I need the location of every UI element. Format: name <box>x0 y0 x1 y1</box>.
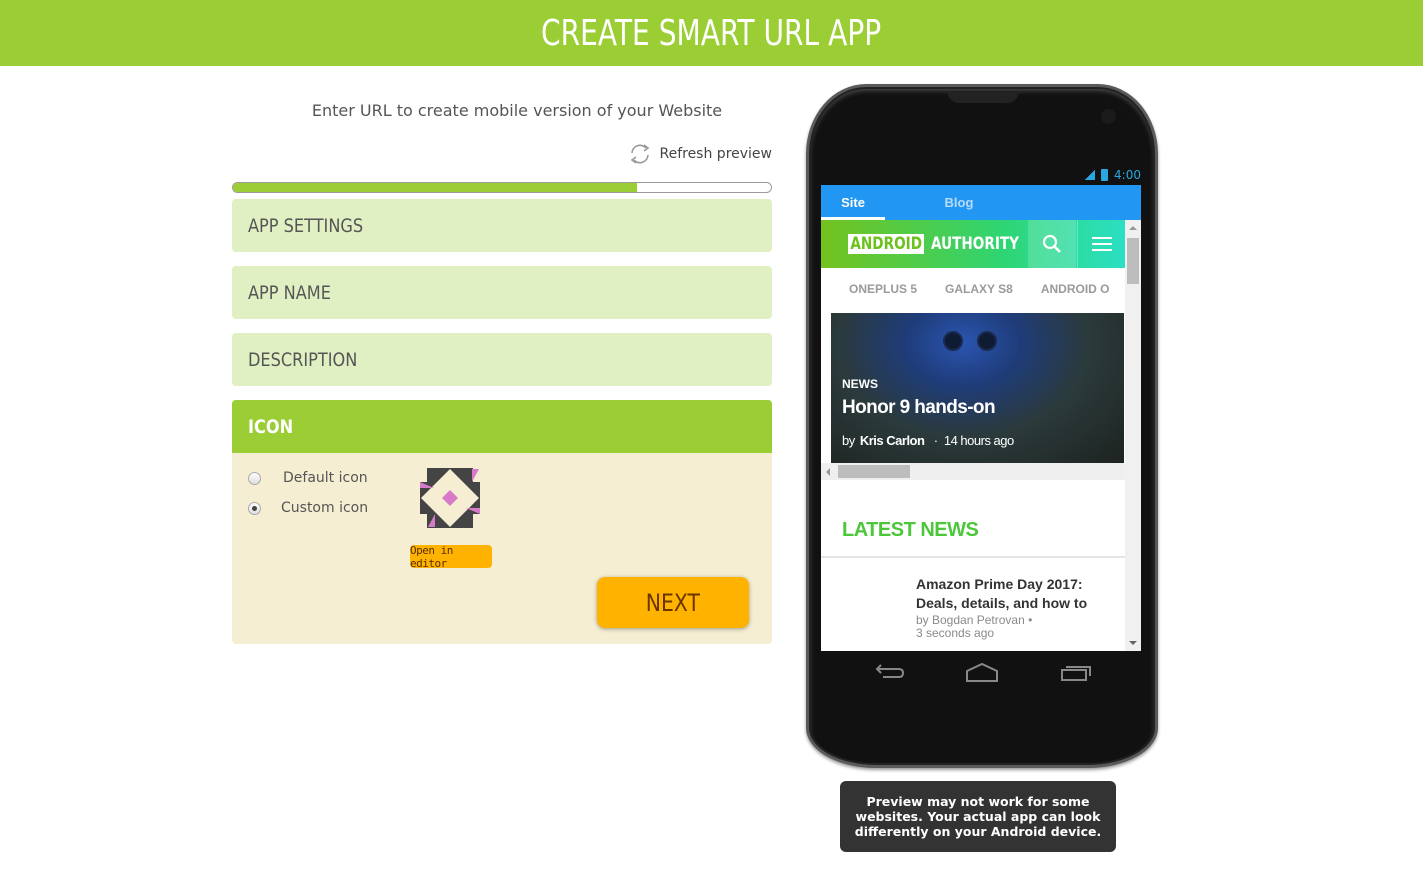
horizontal-scrollbar[interactable] <box>821 463 1125 480</box>
hero-title: Honor 9 hands-on <box>842 397 996 418</box>
scrollbar-thumb[interactable] <box>1127 238 1139 284</box>
hero-by: by <box>842 433 855 448</box>
preview-disclaimer: Preview may not work for some websites. … <box>840 781 1116 852</box>
front-camera <box>1101 109 1116 124</box>
hero-article[interactable]: NEWS Honor 9 hands-on by Kris Carlon · 1… <box>831 313 1124 463</box>
phone-speaker <box>947 91 1019 103</box>
refresh-icon <box>631 144 650 164</box>
section-app-settings[interactable]: APP SETTINGS <box>232 199 772 252</box>
search-icon <box>1042 234 1061 253</box>
tab-site[interactable]: Site <box>821 185 885 220</box>
section-description[interactable]: DESCRIPTION <box>232 333 772 386</box>
custom-app-icon-preview <box>420 468 480 528</box>
section-label: APP NAME <box>248 281 331 304</box>
scrollbar-thumb[interactable] <box>838 465 910 478</box>
trending-link[interactable]: ONEPLUS 5 <box>849 282 917 296</box>
page-header: CREATE SMART URL APP <box>0 0 1423 66</box>
form-subtitle: Enter URL to create mobile version of yo… <box>311 101 723 120</box>
status-time: 4:00 <box>1114 168 1141 182</box>
recent-apps-icon[interactable] <box>1058 661 1094 685</box>
section-label: ICON <box>248 415 294 438</box>
progress-bar <box>232 182 772 193</box>
open-in-editor-button[interactable]: Open in editor <box>410 544 492 570</box>
icon-section: ICON Default icon Custom icon Open in ed… <box>232 400 772 644</box>
hero-time: 14 hours ago <box>943 433 1014 448</box>
icon-section-header[interactable]: ICON <box>232 400 772 453</box>
tab-blog[interactable]: Blog <box>885 185 1033 220</box>
progress-fill <box>233 183 637 192</box>
scroll-left-icon[interactable] <box>826 468 830 476</box>
refresh-preview-button[interactable]: Refresh preview <box>627 141 772 167</box>
trending-bar: ONEPLUS 5 GALAXY S8 ANDROID O <box>821 268 1125 310</box>
trending-link[interactable]: ANDROID O <box>1041 282 1110 296</box>
phone-screen: Site Blog ANDROID AUTHORITY ONEPLUS 5 GA… <box>821 185 1141 651</box>
list-item[interactable]: Amazon Prime Day 2017: Deals, details, a… <box>916 575 1121 639</box>
signal-icon <box>1085 170 1096 180</box>
hamburger-menu-icon <box>1091 237 1112 251</box>
divider <box>821 556 1125 558</box>
vertical-scrollbar[interactable] <box>1125 220 1141 651</box>
section-label: APP SETTINGS <box>248 214 364 237</box>
app-tab-bar: Site Blog <box>821 185 1141 220</box>
next-button[interactable]: NEXT <box>597 577 749 628</box>
news-byline: by Bogdan Petrovan • <box>916 613 1033 627</box>
radio-label: Custom icon <box>281 500 369 516</box>
logo-plain-text: AUTHORITY <box>931 234 1020 254</box>
website-header: ANDROID AUTHORITY <box>821 220 1125 268</box>
hero-image-detail <box>977 331 997 351</box>
website-menu-button[interactable] <box>1077 220 1125 268</box>
latest-news-heading: LATEST NEWS <box>842 519 979 541</box>
back-icon[interactable] <box>871 661 907 685</box>
website-preview: ANDROID AUTHORITY ONEPLUS 5 GALAXY S8 AN… <box>821 220 1125 651</box>
radio-button[interactable] <box>248 471 261 485</box>
radio-label: Default icon <box>283 470 368 486</box>
website-logo[interactable]: ANDROID AUTHORITY <box>848 234 1042 254</box>
radio-button[interactable] <box>248 501 261 515</box>
refresh-label: Refresh preview <box>659 146 772 162</box>
battery-icon <box>1101 169 1109 181</box>
website-search-button[interactable] <box>1028 220 1076 268</box>
hero-image-detail <box>943 331 963 351</box>
section-app-name[interactable]: APP NAME <box>232 266 772 319</box>
android-nav-bar <box>821 657 1141 693</box>
status-bar: 4:00 <box>821 165 1145 185</box>
hero-meta: by Kris Carlon · 14 hours ago <box>842 433 1014 448</box>
trending-link[interactable]: GALAXY S8 <box>945 282 1013 296</box>
scroll-down-icon[interactable] <box>1129 641 1137 645</box>
news-time: 3 seconds ago <box>916 626 995 640</box>
hero-category: NEWS <box>842 377 878 391</box>
next-label: NEXT <box>645 588 701 617</box>
hero-author: Kris Carlon <box>859 433 925 448</box>
custom-icon-radio[interactable]: Custom icon <box>248 500 368 516</box>
section-label: DESCRIPTION <box>248 348 358 371</box>
default-icon-radio[interactable]: Default icon <box>248 470 368 486</box>
news-headline: Amazon Prime Day 2017: Deals, details, a… <box>916 576 1088 611</box>
page-title: CREATE SMART URL APP <box>541 12 882 54</box>
home-icon[interactable] <box>964 661 1000 685</box>
hero-dot: · <box>927 433 941 448</box>
scroll-up-icon[interactable] <box>1129 226 1137 230</box>
phone-preview: 4:00 Site Blog ANDROID AUTHORITY ONEPLUS… <box>806 84 1158 768</box>
logo-boxed-text: ANDROID <box>848 234 925 254</box>
